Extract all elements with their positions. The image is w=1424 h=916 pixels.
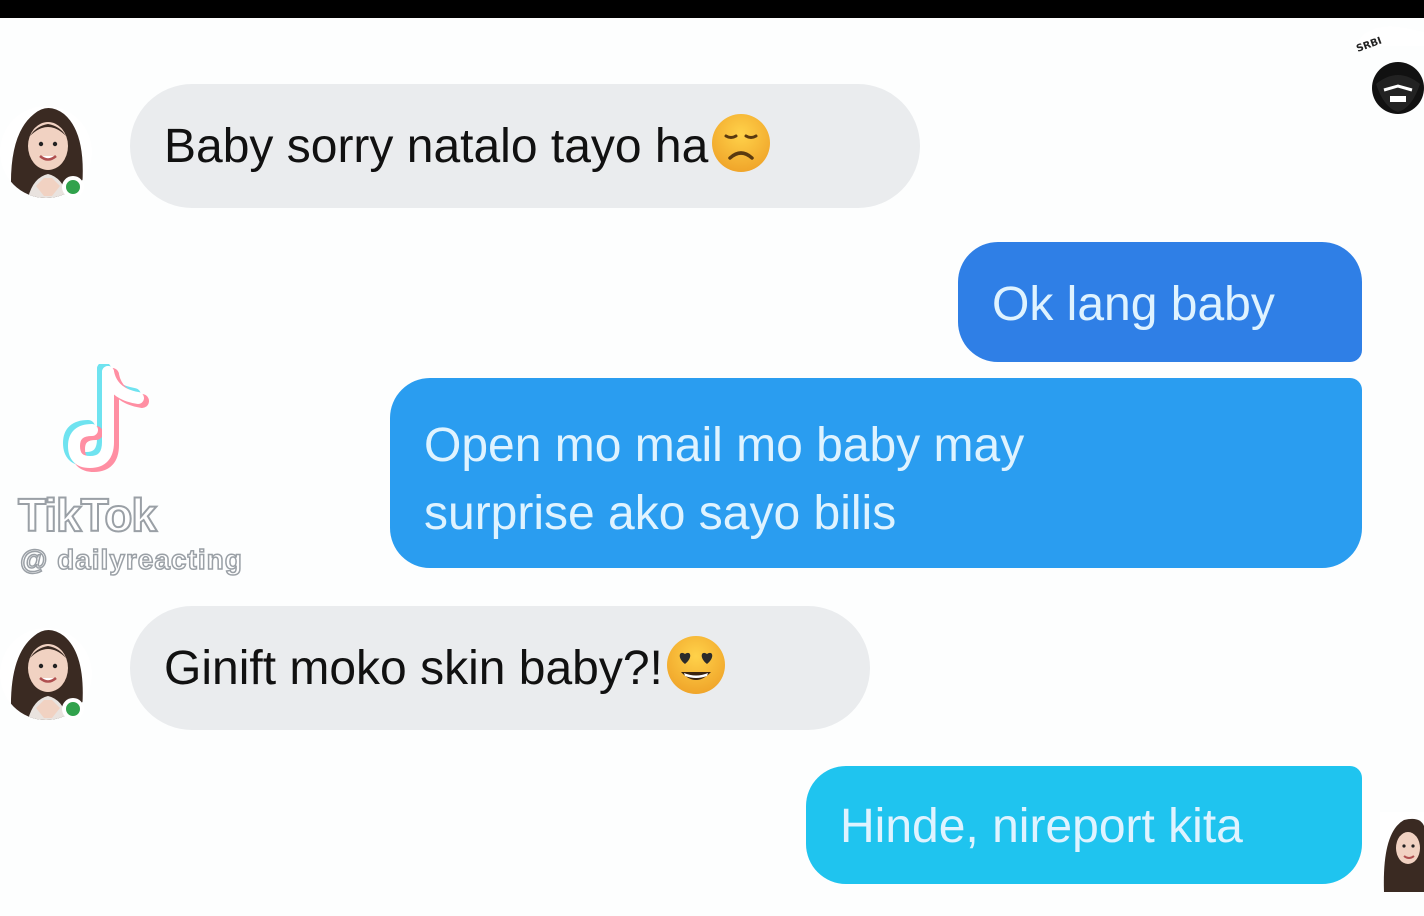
seen-avatar-icon [1380, 812, 1424, 892]
message-bubble-sent[interactable]: Hinde, nireport kita [806, 766, 1362, 884]
message-text: Ok lang baby [992, 278, 1275, 331]
tiktok-brand-text: TikTok [17, 488, 158, 542]
online-presence-icon [62, 176, 84, 198]
online-presence-icon [62, 698, 84, 720]
message-bubble-received[interactable]: Ginift moko skin baby?! [130, 606, 870, 730]
disappointed-face-icon [710, 112, 772, 174]
creator-logo-icon: SRBI [1354, 16, 1424, 128]
chat-screenshot: SRBI Baby sorry natalo tayo ha Ok lang b… [0, 0, 1424, 916]
top-bar [0, 0, 1424, 18]
message-text-line-1: Open mo mail mo baby may [424, 419, 1025, 472]
message-bubble-sent[interactable]: Ok lang baby [958, 242, 1362, 362]
tiktok-watermark: TikTok @ dailyreacting [17, 360, 318, 590]
heart-eyes-face-icon [665, 634, 727, 696]
tiktok-handle-text: @ dailyreacting [19, 543, 243, 576]
message-bubble-sent[interactable]: Open mo mail mo baby may surprise ako sa… [390, 378, 1362, 568]
tiktok-logo-icon [56, 362, 166, 484]
message-text: Baby sorry natalo tayo ha [164, 120, 709, 173]
message-text: Hinde, nireport kita [840, 800, 1243, 853]
svg-text:SRBI: SRBI [1355, 36, 1383, 55]
message-text-line-2: surprise ako sayo bilis [424, 487, 897, 540]
message-bubble-received[interactable]: Baby sorry natalo tayo ha [130, 84, 920, 208]
message-text: Ginift moko skin baby?! [164, 642, 663, 695]
